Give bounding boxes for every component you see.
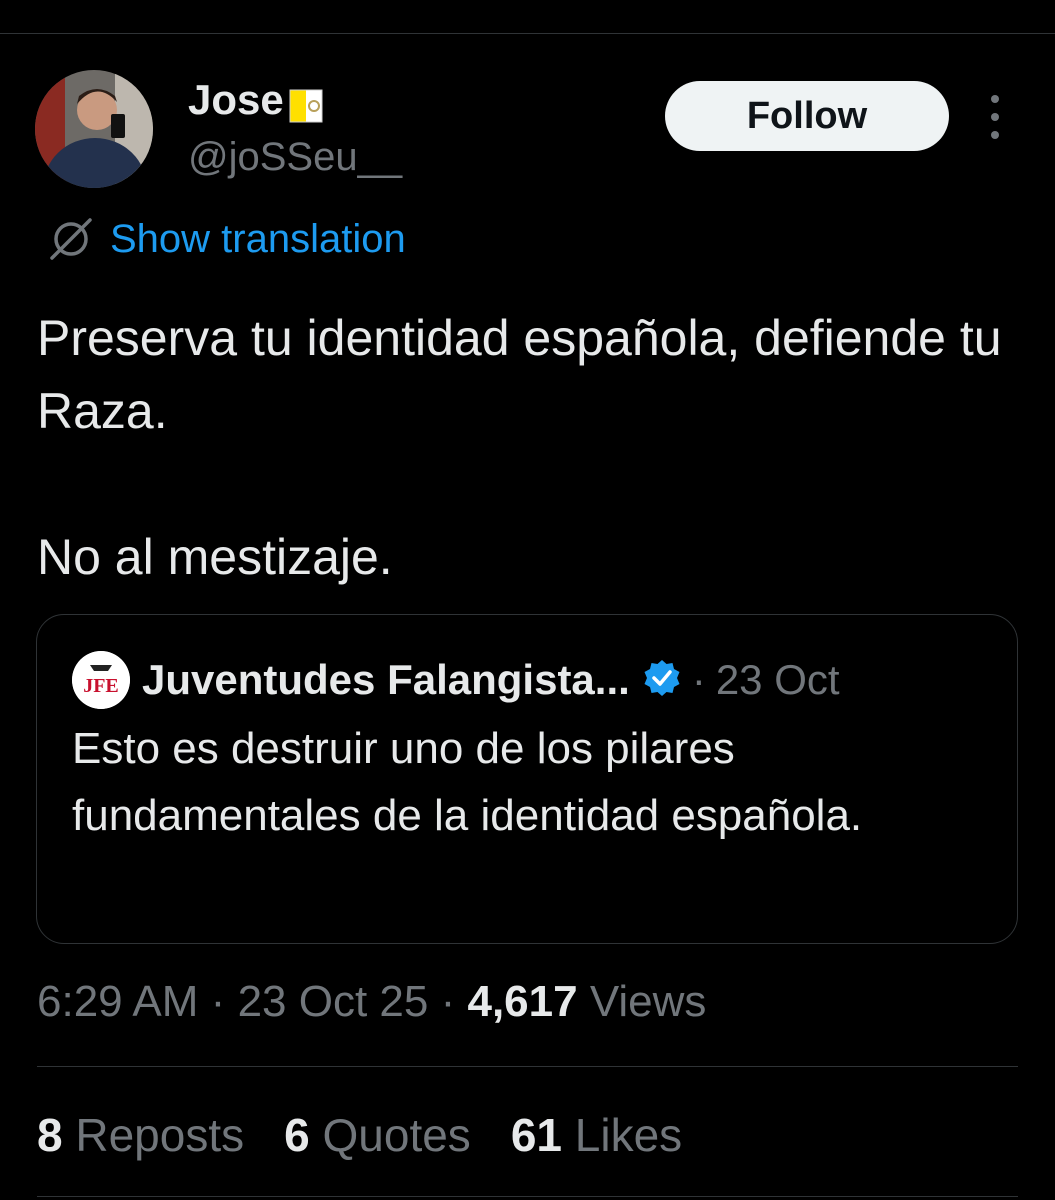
likes-stat[interactable]: 61 Likes bbox=[511, 1105, 682, 1165]
meta-separator: · bbox=[210, 977, 226, 1026]
tweet-paragraph: Preserva tu identidad española, defiende… bbox=[37, 310, 1002, 439]
tweet-meta-row: 6:29 AM · 23 Oct 25 · 4,617 Views bbox=[37, 972, 706, 1032]
bottom-divider bbox=[37, 1196, 1018, 1197]
show-translation-label: Show translation bbox=[110, 217, 406, 261]
quoted-date: 23 Oct bbox=[715, 656, 840, 703]
tweet-date[interactable]: 23 Oct 25 bbox=[238, 977, 429, 1026]
author-handle[interactable]: @joSSeu__ bbox=[188, 132, 402, 182]
top-divider bbox=[0, 33, 1055, 34]
vatican-flag-icon bbox=[288, 82, 324, 123]
engagement-stats: 8 Reposts 6 Quotes 61 Likes bbox=[37, 1105, 722, 1165]
follow-button[interactable]: Follow bbox=[665, 81, 949, 151]
author-avatar[interactable] bbox=[35, 70, 153, 188]
meta-separator: · bbox=[440, 977, 456, 1026]
stats-divider bbox=[37, 1066, 1018, 1067]
translate-globe-icon bbox=[50, 218, 92, 260]
quoted-tweet-text: Esto es destruir uno de los pilares fund… bbox=[72, 724, 863, 840]
views-count: 4,617 bbox=[467, 977, 578, 1026]
verified-badge-icon bbox=[642, 658, 682, 703]
likes-label: Likes bbox=[574, 1109, 683, 1161]
tweet-time[interactable]: 6:29 AM bbox=[37, 977, 198, 1026]
reposts-count: 8 bbox=[37, 1109, 63, 1161]
quoted-author-avatar: JFE bbox=[72, 651, 130, 709]
quoted-tweet-header: JFE Juventudes Falangista... · 23 Oct bbox=[72, 651, 840, 709]
quoted-separator: · bbox=[691, 656, 706, 703]
quotes-stat[interactable]: 6 Quotes bbox=[284, 1105, 471, 1165]
quoted-tweet-card[interactable]: JFE Juventudes Falangista... · 23 Oct Es… bbox=[36, 614, 1018, 944]
more-vertical-icon[interactable] bbox=[982, 95, 1008, 139]
tweet-text: Preserva tu identidad española, defiende… bbox=[37, 302, 1027, 594]
quoted-avatar-letters: JFE bbox=[83, 675, 119, 697]
reposts-label: Reposts bbox=[75, 1109, 245, 1161]
quotes-label: Quotes bbox=[322, 1109, 471, 1161]
views-label: Views bbox=[589, 977, 707, 1026]
likes-count: 61 bbox=[510, 1109, 562, 1161]
quotes-count: 6 bbox=[284, 1109, 310, 1161]
show-translation-link[interactable]: Show translation bbox=[46, 214, 406, 264]
author-display-name[interactable]: Jose bbox=[188, 72, 324, 128]
quoted-author-name: Juventudes Falangista... bbox=[142, 656, 630, 703]
author-name-text: Jose bbox=[188, 76, 284, 123]
tweet-paragraph: No al mestizaje. bbox=[37, 529, 393, 585]
reposts-stat[interactable]: 8 Reposts bbox=[37, 1105, 244, 1165]
